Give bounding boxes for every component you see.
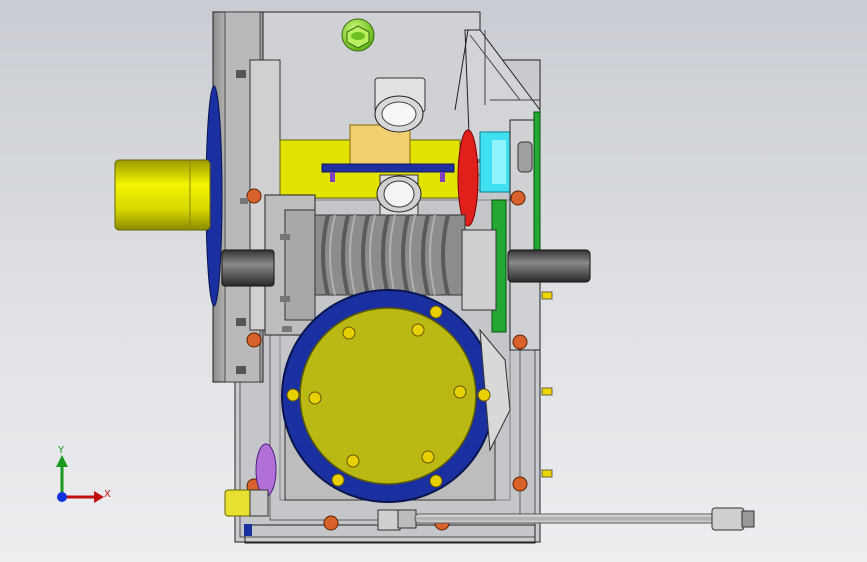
right-bracket[interactable] — [509, 111, 541, 351]
purple-seal[interactable] — [255, 443, 277, 497]
input-shaft-yellow[interactable] — [114, 159, 211, 231]
cad-viewport[interactable]: Y X — [0, 0, 867, 562]
red-seal-ring[interactable] — [457, 129, 479, 227]
breather-plug[interactable] — [341, 18, 375, 52]
coordinate-triad: Y X — [56, 445, 111, 503]
triad-y-label: Y — [57, 445, 65, 456]
triad-x-label: X — [104, 489, 111, 500]
cyan-bearing-cap[interactable] — [479, 131, 511, 193]
